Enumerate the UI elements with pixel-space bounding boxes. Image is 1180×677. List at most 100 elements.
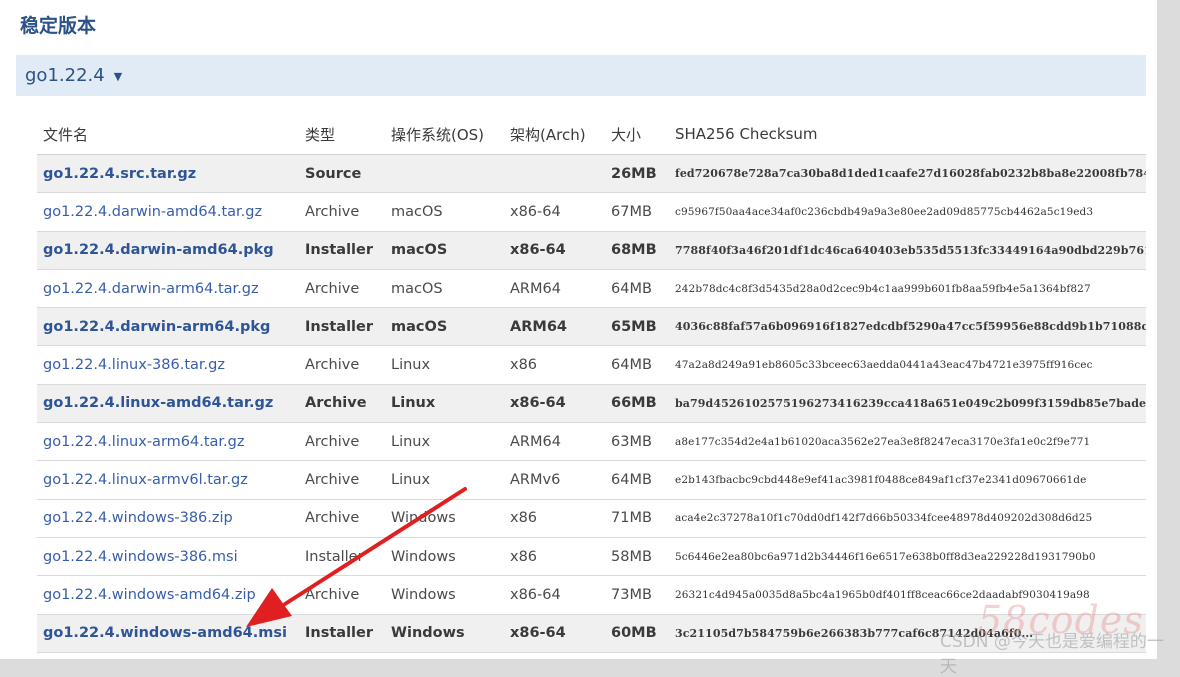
file-size-cell: 64MB bbox=[605, 269, 669, 309]
file-name-link-cell: go1.22.4.src.tar.gz bbox=[37, 154, 299, 194]
file-kind-cell: Archive bbox=[299, 345, 385, 385]
file-size-cell: 73MB bbox=[605, 575, 669, 615]
file-os-cell: Linux bbox=[385, 345, 504, 385]
file-kind: Archive bbox=[305, 357, 360, 374]
file-checksum: e2b143fbacbc9cbd448e9ef41ac3981f0488ce84… bbox=[675, 474, 1087, 487]
file-arch: ARM64 bbox=[510, 280, 561, 297]
file-name-link[interactable]: go1.22.4.linux-386.tar.gz bbox=[43, 357, 225, 373]
file-checksum-cell: 242b78dc4c8f3d5435d28a0d2cec9b4c1aa999b6… bbox=[669, 269, 1146, 309]
file-name-link[interactable]: go1.22.4.darwin-amd64.tar.gz bbox=[43, 204, 262, 220]
table-row: go1.22.4.darwin-arm64.tar.gz Archive macOS… bbox=[37, 269, 1146, 309]
file-os: Linux bbox=[391, 395, 436, 412]
file-kind: Installer bbox=[305, 548, 364, 565]
file-arch-cell: x86-64 bbox=[504, 231, 605, 270]
file-arch: ARM64 bbox=[510, 318, 567, 335]
table-row: go1.22.4.linux-amd64.tar.gz Archive Linux x… bbox=[37, 384, 1146, 424]
file-name-link[interactable]: go1.22.4.src.tar.gz bbox=[43, 166, 196, 182]
file-name-link[interactable]: go1.22.4.linux-amd64.tar.gz bbox=[43, 395, 273, 411]
file-os: macOS bbox=[391, 242, 448, 259]
file-name-link-cell: go1.22.4.windows-amd64.msi bbox=[37, 614, 299, 653]
file-checksum: 5c6446e2ea80bc6a971d2b34446f16e6517e638b… bbox=[675, 550, 1096, 563]
file-os-cell bbox=[385, 154, 504, 194]
file-kind-cell: Archive bbox=[299, 499, 385, 538]
file-arch: x86-64 bbox=[510, 203, 561, 220]
file-arch-cell: ARM64 bbox=[504, 307, 605, 347]
file-kind-cell: Archive bbox=[299, 192, 385, 232]
header-os: 操作系统(OS) bbox=[385, 114, 504, 155]
file-checksum-cell: fed720678e728a7ca30ba8d1ded1caafe27d1602… bbox=[669, 154, 1146, 194]
file-name-link-cell: go1.22.4.windows-386.zip bbox=[37, 499, 299, 538]
file-kind: Archive bbox=[305, 510, 360, 527]
header-checksum: SHA256 Checksum bbox=[669, 114, 1146, 155]
file-kind: Archive bbox=[305, 280, 360, 297]
file-checksum: ba79d4526102575196273416239cca418a651e04… bbox=[675, 396, 1146, 410]
file-name-link-cell: go1.22.4.windows-amd64.zip bbox=[37, 575, 299, 615]
file-os-cell: Linux bbox=[385, 384, 504, 424]
file-arch: x86-64 bbox=[510, 242, 566, 259]
downloads-table: 文件名 类型 操作系统(OS) 架构(Arch) 大小 SHA256 Check… bbox=[37, 114, 1146, 653]
caret-down-icon[interactable]: ▼ bbox=[114, 70, 122, 83]
file-kind: Archive bbox=[305, 395, 367, 412]
file-size: 26MB bbox=[611, 165, 657, 182]
file-os: Windows bbox=[391, 586, 456, 603]
file-os-cell: Windows bbox=[385, 575, 504, 615]
file-size-cell: 60MB bbox=[605, 614, 669, 653]
file-name-link[interactable]: go1.22.4.darwin-arm64.tar.gz bbox=[43, 281, 259, 297]
file-name-link-cell: go1.22.4.darwin-arm64.pkg bbox=[37, 307, 299, 347]
file-size: 67MB bbox=[611, 203, 652, 220]
file-size: 58MB bbox=[611, 548, 652, 565]
file-name-link-cell: go1.22.4.linux-amd64.tar.gz bbox=[37, 384, 299, 424]
file-name-link[interactable]: go1.22.4.windows-386.msi bbox=[43, 549, 238, 565]
file-name-link[interactable]: go1.22.4.darwin-amd64.pkg bbox=[43, 242, 274, 258]
file-kind-cell: Installer bbox=[299, 614, 385, 653]
file-kind-cell: Archive bbox=[299, 384, 385, 424]
file-name-link-cell: go1.22.4.linux-arm64.tar.gz bbox=[37, 422, 299, 462]
file-name-link[interactable]: go1.22.4.linux-armv6l.tar.gz bbox=[43, 472, 248, 488]
table-row: go1.22.4.linux-386.tar.gz Archive Linux x86… bbox=[37, 345, 1146, 385]
file-name-link-cell: go1.22.4.windows-386.msi bbox=[37, 537, 299, 577]
table-row: go1.22.4.windows-386.msi Installer Windows… bbox=[37, 537, 1146, 577]
file-kind-cell: Installer bbox=[299, 231, 385, 270]
file-name-link[interactable]: go1.22.4.windows-amd64.msi bbox=[43, 625, 287, 641]
file-name-link[interactable]: go1.22.4.linux-arm64.tar.gz bbox=[43, 434, 244, 450]
file-checksum-cell: 4036c88faf57a6b096916f1827edcdbf5290a47c… bbox=[669, 307, 1146, 347]
table-row: go1.22.4.darwin-amd64.pkg Installer macOS x… bbox=[37, 231, 1146, 270]
table-row: go1.22.4.linux-arm64.tar.gz Archive Linux A… bbox=[37, 422, 1146, 462]
header-size: 大小 bbox=[605, 114, 669, 155]
file-arch-cell bbox=[504, 154, 605, 194]
file-size: 65MB bbox=[611, 318, 657, 335]
file-kind: Archive bbox=[305, 472, 360, 489]
file-kind: Source bbox=[305, 165, 362, 182]
table-row: go1.22.4.windows-386.zip Archive Windows x8… bbox=[37, 499, 1146, 538]
file-name-link-cell: go1.22.4.darwin-arm64.tar.gz bbox=[37, 269, 299, 309]
version-toggle[interactable]: go1.22.4 ▼ bbox=[16, 55, 1146, 96]
file-name-link[interactable]: go1.22.4.windows-386.zip bbox=[43, 510, 233, 526]
file-os: Windows bbox=[391, 625, 465, 642]
file-size-cell: 65MB bbox=[605, 307, 669, 347]
file-kind: Archive bbox=[305, 433, 360, 450]
file-arch-cell: x86-64 bbox=[504, 575, 605, 615]
file-os-cell: macOS bbox=[385, 307, 504, 347]
file-checksum: 242b78dc4c8f3d5435d28a0d2cec9b4c1aa999b6… bbox=[675, 282, 1091, 295]
file-kind: Installer bbox=[305, 625, 373, 642]
file-size-cell: 64MB bbox=[605, 345, 669, 385]
file-os: Linux bbox=[391, 472, 431, 489]
file-size-cell: 68MB bbox=[605, 231, 669, 270]
file-name-link[interactable]: go1.22.4.windows-amd64.zip bbox=[43, 587, 256, 603]
file-os-cell: Windows bbox=[385, 499, 504, 538]
file-size-cell: 67MB bbox=[605, 192, 669, 232]
file-size: 60MB bbox=[611, 625, 657, 642]
file-arch-cell: x86 bbox=[504, 537, 605, 577]
file-os: Linux bbox=[391, 433, 431, 450]
table-row: go1.22.4.linux-armv6l.tar.gz Archive Linux… bbox=[37, 460, 1146, 500]
file-name-link-cell: go1.22.4.linux-armv6l.tar.gz bbox=[37, 460, 299, 500]
file-kind: Archive bbox=[305, 586, 360, 603]
file-size-cell: 71MB bbox=[605, 499, 669, 538]
file-name-link[interactable]: go1.22.4.darwin-arm64.pkg bbox=[43, 319, 270, 335]
file-os-cell: macOS bbox=[385, 231, 504, 270]
file-kind-cell: Archive bbox=[299, 460, 385, 500]
file-size-cell: 26MB bbox=[605, 154, 669, 194]
download-page: 稳定版本 go1.22.4 ▼ 文件名 类型 操作系统(OS) 架构(Arch)… bbox=[0, 0, 1157, 659]
file-os: Windows bbox=[391, 548, 456, 565]
version-label[interactable]: go1.22.4 bbox=[25, 65, 105, 86]
